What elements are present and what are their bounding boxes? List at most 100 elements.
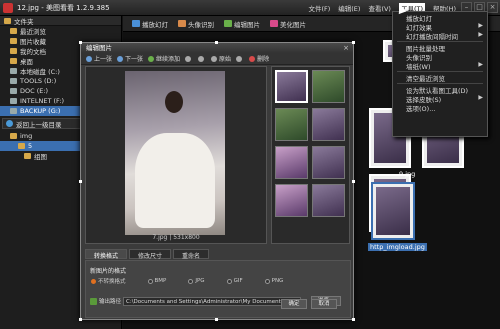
dialog-thumbnail[interactable] [275, 184, 308, 217]
submenu-arrow-icon: ▶ [478, 61, 483, 68]
ok-button[interactable]: 确定 [281, 299, 307, 309]
format-panel: 新图片的格式 不转换格式 BMP JPG GIF PNG 输出路径 C:\Documen… [85, 260, 351, 318]
tab-convert-format[interactable]: 转换格式 [85, 249, 128, 260]
resize-handle[interactable] [352, 41, 355, 44]
up-arrow-icon [6, 120, 13, 127]
delete-icon [249, 55, 256, 62]
tools-menu-item[interactable]: 幻灯播放间隔时间 ▶ [393, 31, 487, 41]
dialog-thumbnail[interactable] [312, 184, 345, 217]
format-radios: 不转换格式 BMP JPG GIF PNG [91, 277, 283, 285]
dialog-title-bar: 编辑图片 × [81, 43, 353, 53]
delete-button[interactable]: 删除 [249, 54, 269, 63]
dialog-thumbnails [271, 66, 350, 244]
resize-handle[interactable] [352, 318, 355, 321]
resize-handle[interactable] [215, 41, 218, 44]
folder-icon [4, 17, 11, 24]
format-label: 新图片的格式 [90, 268, 127, 275]
dialog-thumbnail[interactable] [275, 146, 308, 179]
app-logo-icon [3, 2, 13, 13]
radio-icon [264, 278, 270, 284]
edit-icon [224, 20, 232, 27]
folder-icon [90, 297, 97, 305]
sidebar-item[interactable]: 最近浏览 [0, 26, 121, 36]
original-size-button[interactable]: 原始 [211, 54, 231, 63]
resize-handle[interactable] [352, 180, 355, 183]
image-preview: 7.jpg | 531x800 [85, 66, 267, 244]
slideshow-button[interactable]: 播放幻灯 [129, 18, 171, 30]
format-radio[interactable]: PNG [264, 277, 283, 285]
drive-icon [10, 98, 17, 104]
dialog-close-icon[interactable]: × [342, 44, 350, 52]
dialog-thumbnail[interactable] [275, 108, 308, 141]
prev-icon [86, 55, 92, 62]
drive-icon [10, 68, 17, 74]
cancel-button[interactable]: 取消 [311, 299, 337, 309]
tab-resize[interactable]: 修改尺寸 [129, 249, 172, 260]
resize-handle[interactable] [79, 318, 82, 321]
app-window: 12.jpg - 美图看看 1.2.9.385 文件(F) 编辑(E) 查看(V… [0, 0, 500, 329]
face-detect-button[interactable]: 头像识别 [175, 18, 217, 30]
add-icon [148, 55, 155, 62]
folder-icon [24, 153, 31, 159]
zoom-in-button[interactable] [185, 55, 193, 62]
tools-menu-item[interactable]: 清空最近浏览 [393, 73, 487, 83]
tools-menu-item[interactable]: 墙纸(W) ▶ [393, 61, 487, 71]
format-radio[interactable]: JPG [188, 277, 205, 285]
folder-icon [10, 28, 17, 34]
output-path-field[interactable]: C:\Documents and Settings\Administrator\… [123, 296, 302, 306]
resize-handle[interactable] [79, 180, 82, 183]
drive-icon [10, 88, 17, 94]
drive-icon [10, 108, 17, 114]
folder-icon [10, 133, 17, 139]
radio-icon [91, 278, 96, 284]
folder-icon [10, 58, 17, 64]
dialog-thumbnail[interactable] [275, 70, 308, 103]
original-size-icon [211, 55, 218, 62]
play-icon [132, 20, 140, 27]
submenu-arrow-icon: ▶ [478, 31, 483, 38]
format-radio[interactable]: 不转换格式 [91, 277, 126, 285]
dialog-buttons: 确定 取消 [281, 299, 337, 309]
format-radio[interactable]: GIF [226, 277, 243, 285]
window-title: 12.jpg - 美图看看 1.2.9.385 [17, 3, 110, 12]
submenu-arrow-icon: ▶ [478, 94, 483, 101]
face-icon [178, 20, 186, 27]
next-image-button[interactable]: 下一张 [117, 54, 143, 63]
thumbnail[interactable] [371, 182, 415, 240]
format-radio[interactable]: BMP [147, 277, 166, 285]
radio-icon [147, 278, 153, 284]
dialog-thumbnail[interactable] [312, 70, 345, 103]
zoom-in-icon [185, 55, 192, 62]
sidebar-header: 文件夹 [0, 16, 121, 26]
rotate-button[interactable] [236, 55, 244, 62]
output-label: 输出路径 [99, 299, 122, 305]
resize-handle[interactable] [79, 41, 82, 44]
tools-menu-item[interactable]: 选项(O)... [393, 103, 487, 113]
zoom-out-icon [198, 55, 205, 62]
next-icon [117, 55, 124, 62]
add-more-button[interactable]: 继续添加 [148, 54, 180, 63]
beautify-button[interactable]: 美化图片 [267, 18, 309, 30]
rotate-icon [236, 55, 243, 62]
thumbnail-caption: 9.jpg [399, 170, 416, 178]
edit-image-dialog: 编辑图片 × 上一张 下一张 继续添加 原始 删除 7.jpg | 531x80… [80, 42, 354, 320]
tools-menu: 播放幻灯 幻灯效果 ▶ 幻灯播放间隔时间 ▶ 图片批量处理 头像识别 墙纸(W) ▶ 清空最近浏览… [392, 11, 488, 137]
dialog-toolbar: 上一张 下一张 继续添加 原始 删除 [81, 53, 353, 65]
menu-file[interactable]: 文件(F) [308, 3, 330, 13]
submenu-arrow-icon: ▶ [478, 22, 483, 29]
tab-rename[interactable]: 重命名 [173, 249, 210, 260]
close-icon[interactable]: × [487, 2, 498, 13]
thumbnail-caption: http_imgload.jpg [368, 243, 427, 251]
dialog-thumbnail[interactable] [312, 108, 345, 141]
resize-handle[interactable] [215, 318, 218, 321]
preview-photo [125, 71, 225, 235]
zoom-out-button[interactable] [198, 55, 206, 62]
folder-icon [10, 48, 17, 54]
menu-edit[interactable]: 编辑(E) [338, 3, 360, 13]
radio-icon [226, 278, 232, 284]
preview-caption: 7.jpg | 531x800 [152, 234, 200, 241]
prev-image-button[interactable]: 上一张 [86, 54, 112, 63]
menu-view[interactable]: 查看(V) [368, 3, 391, 13]
edit-image-button[interactable]: 编辑图片 [221, 18, 263, 30]
dialog-thumbnail[interactable] [312, 146, 345, 179]
